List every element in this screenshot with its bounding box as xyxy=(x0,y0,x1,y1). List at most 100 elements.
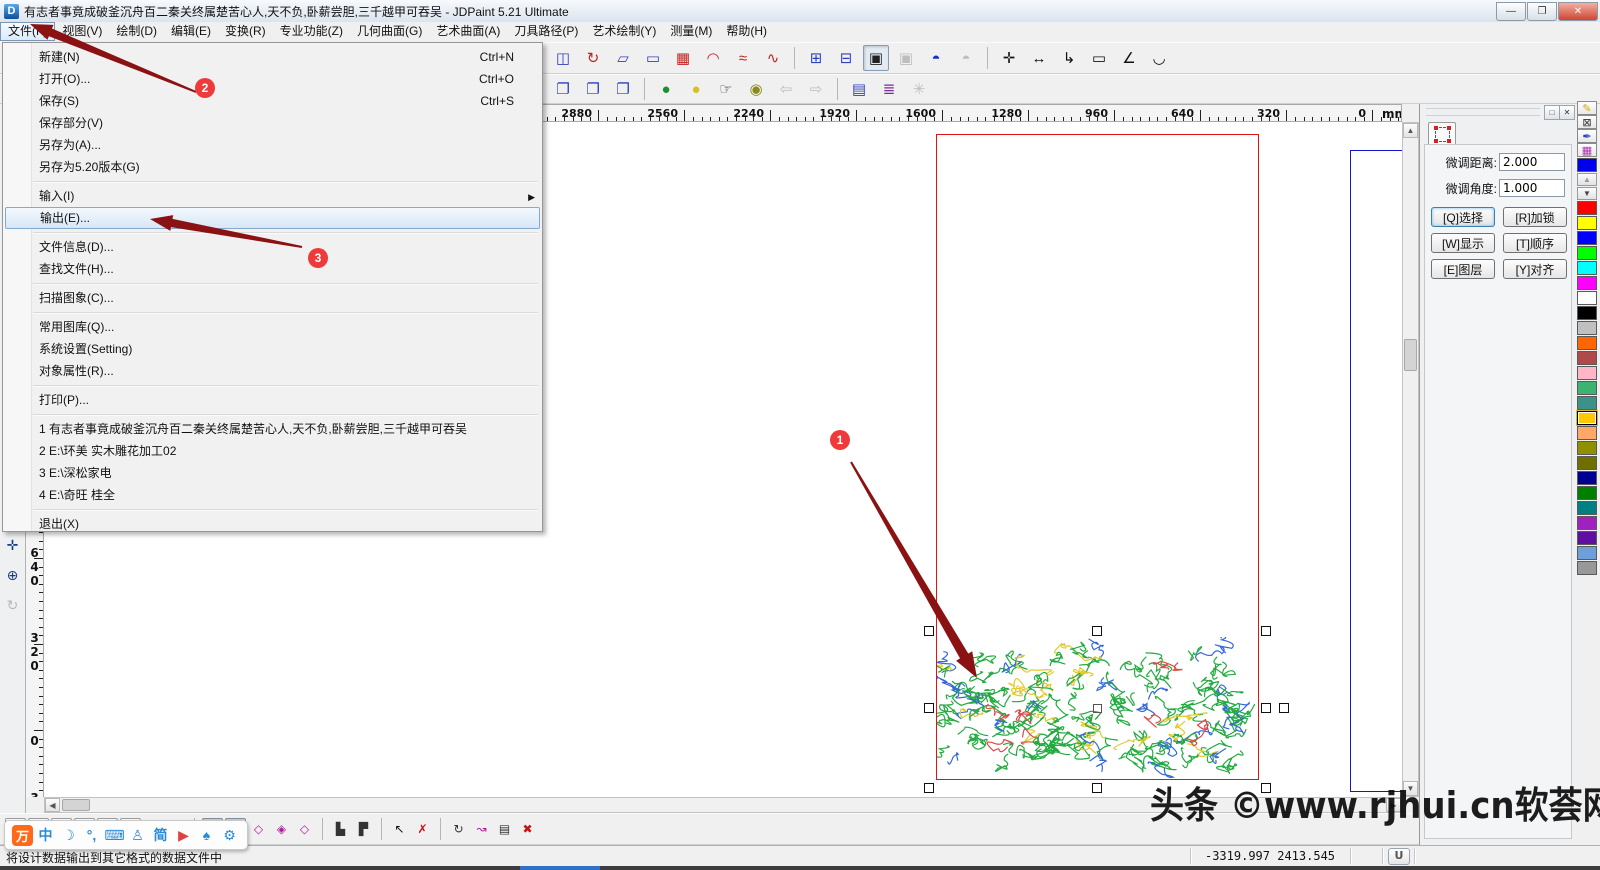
render-spray-icon[interactable]: ✳ xyxy=(906,76,932,102)
view-prev-icon[interactable]: ⇦ xyxy=(773,76,799,102)
color-swatch[interactable] xyxy=(1577,261,1597,275)
color-swatch[interactable] xyxy=(1577,306,1597,320)
file-menu-item-3E:深松家电[interactable]: 3 E:\深松家电 xyxy=(3,462,542,484)
panel-button-E图层[interactable]: [E]图层 xyxy=(1431,259,1495,279)
expand-region-icon[interactable]: ⊞ xyxy=(803,45,829,71)
put-to-top-icon[interactable]: ▛ xyxy=(353,818,374,840)
menubar-item-编辑E[interactable]: 编辑(E) xyxy=(164,22,218,40)
ime-punctuation-toggle-icon[interactable]: °, xyxy=(81,825,102,846)
color-swatch[interactable] xyxy=(1577,441,1597,455)
copy-attach-3-icon[interactable]: ❐ xyxy=(610,76,636,102)
view-next-icon[interactable]: ⇨ xyxy=(803,76,829,102)
vscroll-thumb[interactable] xyxy=(1404,339,1417,371)
color-swatch[interactable] xyxy=(1577,216,1597,230)
tab-selection-tools[interactable] xyxy=(1428,122,1456,146)
show-all-lamp-icon[interactable]: ● xyxy=(653,76,679,102)
page-manager-icon[interactable]: ▤ xyxy=(846,76,872,102)
menubar-item-几何曲面G[interactable]: 几何曲面(G) xyxy=(350,22,429,40)
selection-handle[interactable] xyxy=(1092,626,1102,636)
group-icon[interactable]: ▣ xyxy=(863,45,889,71)
panel-button-Y对齐[interactable]: [Y]对齐 xyxy=(1503,259,1567,279)
selection-handle[interactable] xyxy=(1092,783,1102,793)
menubar-item-艺术绘制Y[interactable]: 艺术绘制(Y) xyxy=(585,22,663,40)
shear-icon[interactable]: ▱ xyxy=(610,45,636,71)
snap-quadrant-icon[interactable]: ◈ xyxy=(271,818,292,840)
deform-nodes-icon[interactable]: ∿ xyxy=(760,45,786,71)
file-menu-item-新建N[interactable]: 新建(N)Ctrl+N xyxy=(3,46,542,68)
ime-account-icon[interactable]: ♙ xyxy=(127,825,148,846)
color-swatch[interactable] xyxy=(1577,516,1597,530)
panel-grip-handle[interactable] xyxy=(1426,108,1540,116)
copy-attach-2-icon[interactable]: ❐ xyxy=(580,76,606,102)
color-swatch[interactable] xyxy=(1577,471,1597,485)
snap-center-icon[interactable]: ◇ xyxy=(294,818,315,840)
pencil-color-tool-icon[interactable]: ✎ xyxy=(1577,101,1597,115)
color-swatch[interactable] xyxy=(1577,276,1597,290)
ime-simplified-toggle-icon[interactable]: 简 xyxy=(150,825,171,846)
file-menu-item-保存S[interactable]: 保存(S)Ctrl+S xyxy=(3,90,542,112)
ime-settings-icon[interactable]: ⚙ xyxy=(219,825,240,846)
color-swatch[interactable] xyxy=(1577,561,1597,575)
measure-angle-icon[interactable]: ∠ xyxy=(1116,45,1142,71)
color-swatch[interactable] xyxy=(1577,546,1597,560)
measure-distance-icon[interactable]: ↔ xyxy=(1026,45,1052,71)
restore-button[interactable]: ❐ xyxy=(1527,2,1557,21)
ime-skin-icon[interactable]: ♠ xyxy=(196,825,217,846)
color-swatch[interactable] xyxy=(1577,201,1597,215)
menubar-item-文件F[interactable]: 文件(F) xyxy=(0,22,55,41)
panel-button-Q选择[interactable]: [Q]选择 xyxy=(1431,207,1495,227)
menubar-item-刀具路径P[interactable]: 刀具路径(P) xyxy=(507,22,585,40)
ime-cn-en-toggle-icon[interactable]: 中 xyxy=(35,825,56,846)
selection-center-marker[interactable] xyxy=(1093,704,1102,713)
file-menu-item-输出E[interactable]: 输出(E)... xyxy=(5,207,540,229)
scroll-left-arrow[interactable]: ◀ xyxy=(45,798,60,812)
file-menu-item-2E:环美实木雕花加工02[interactable]: 2 E:\环美 实木雕花加工02 xyxy=(3,440,542,462)
selection-handle[interactable] xyxy=(1261,703,1271,713)
rotate-view-tool-icon[interactable]: ↻ xyxy=(3,595,23,615)
file-menu-item-保存部分V[interactable]: 保存部分(V) xyxy=(3,112,542,134)
selection-handle[interactable] xyxy=(924,703,934,713)
rotate-copy-icon[interactable]: ↻ xyxy=(580,45,606,71)
no-fill-tool-icon[interactable]: ⊠ xyxy=(1577,115,1597,129)
file-menu-item-打开O[interactable]: 打开(O)...Ctrl+O xyxy=(3,68,542,90)
file-menu-item-常用图库Q[interactable]: 常用图库(Q)... xyxy=(3,316,542,338)
dome-shade-off-icon[interactable]: ◓ xyxy=(953,45,979,71)
delete-pick-node-icon[interactable]: ✗ xyxy=(412,818,433,840)
panel-button-W显示[interactable]: [W]显示 xyxy=(1431,233,1495,253)
menubar-item-绘制D[interactable]: 绘制(D) xyxy=(109,22,164,40)
color-swatch[interactable] xyxy=(1577,291,1597,305)
pan-view-tool-icon[interactable]: ✛ xyxy=(3,535,23,555)
file-menu-item-查找文件H[interactable]: 查找文件(H)... xyxy=(3,258,542,280)
close-button[interactable]: ✕ xyxy=(1558,2,1598,21)
menubar-item-专业功能Z[interactable]: 专业功能(Z) xyxy=(273,22,350,40)
mode-badge[interactable]: U xyxy=(1388,848,1410,865)
menubar-item-帮助H[interactable]: 帮助(H) xyxy=(719,22,774,40)
secondary-blue-frame[interactable] xyxy=(1350,150,1402,792)
measure-bounds-icon[interactable]: ▭ xyxy=(1086,45,1112,71)
file-menu-item-退出X[interactable]: 退出(X) xyxy=(3,513,542,535)
menubar-item-艺术曲面A[interactable]: 艺术曲面(A) xyxy=(429,22,507,40)
panel-restore-button[interactable]: □ xyxy=(1544,105,1560,120)
measure-point-icon[interactable]: ✛ xyxy=(996,45,1022,71)
copy-attach-1-icon[interactable]: ❐ xyxy=(550,76,576,102)
deform-flow-icon[interactable]: ≈ xyxy=(730,45,756,71)
reverse-direction-icon[interactable]: ↻ xyxy=(448,818,469,840)
palette-scroll-up[interactable]: ▲ xyxy=(1577,173,1597,186)
minimize-button[interactable]: — xyxy=(1496,2,1526,21)
file-menu-item-另存为520版本G[interactable]: 另存为5.20版本(G) xyxy=(3,156,542,178)
selection-handle[interactable] xyxy=(1279,703,1289,713)
ime-logo-icon[interactable]: 万 xyxy=(12,825,33,846)
node-properties-icon[interactable]: ▤ xyxy=(494,818,515,840)
snap-vertex-icon[interactable]: ◇ xyxy=(248,818,269,840)
panel-button-T顺序[interactable]: [T]顺序 xyxy=(1503,233,1567,253)
palette-editor-tool-icon[interactable]: ▦ xyxy=(1577,143,1597,157)
file-menu-item-对象属性R[interactable]: 对象属性(R)... xyxy=(3,360,542,382)
current-color-swatch[interactable] xyxy=(1577,158,1597,172)
file-menu-item-4E:奇旺桂全[interactable]: 4 E:\奇旺 桂全 xyxy=(3,484,542,506)
set-direction-icon[interactable]: ↝ xyxy=(471,818,492,840)
vertical-scrollbar[interactable]: ▲ ▼ xyxy=(1402,122,1419,797)
ungroup-icon[interactable]: ▣ xyxy=(893,45,919,71)
menubar-item-视图V[interactable]: 视图(V) xyxy=(55,22,109,40)
array-copy-icon[interactable]: ▦ xyxy=(670,45,696,71)
hscroll-thumb[interactable] xyxy=(62,799,90,811)
